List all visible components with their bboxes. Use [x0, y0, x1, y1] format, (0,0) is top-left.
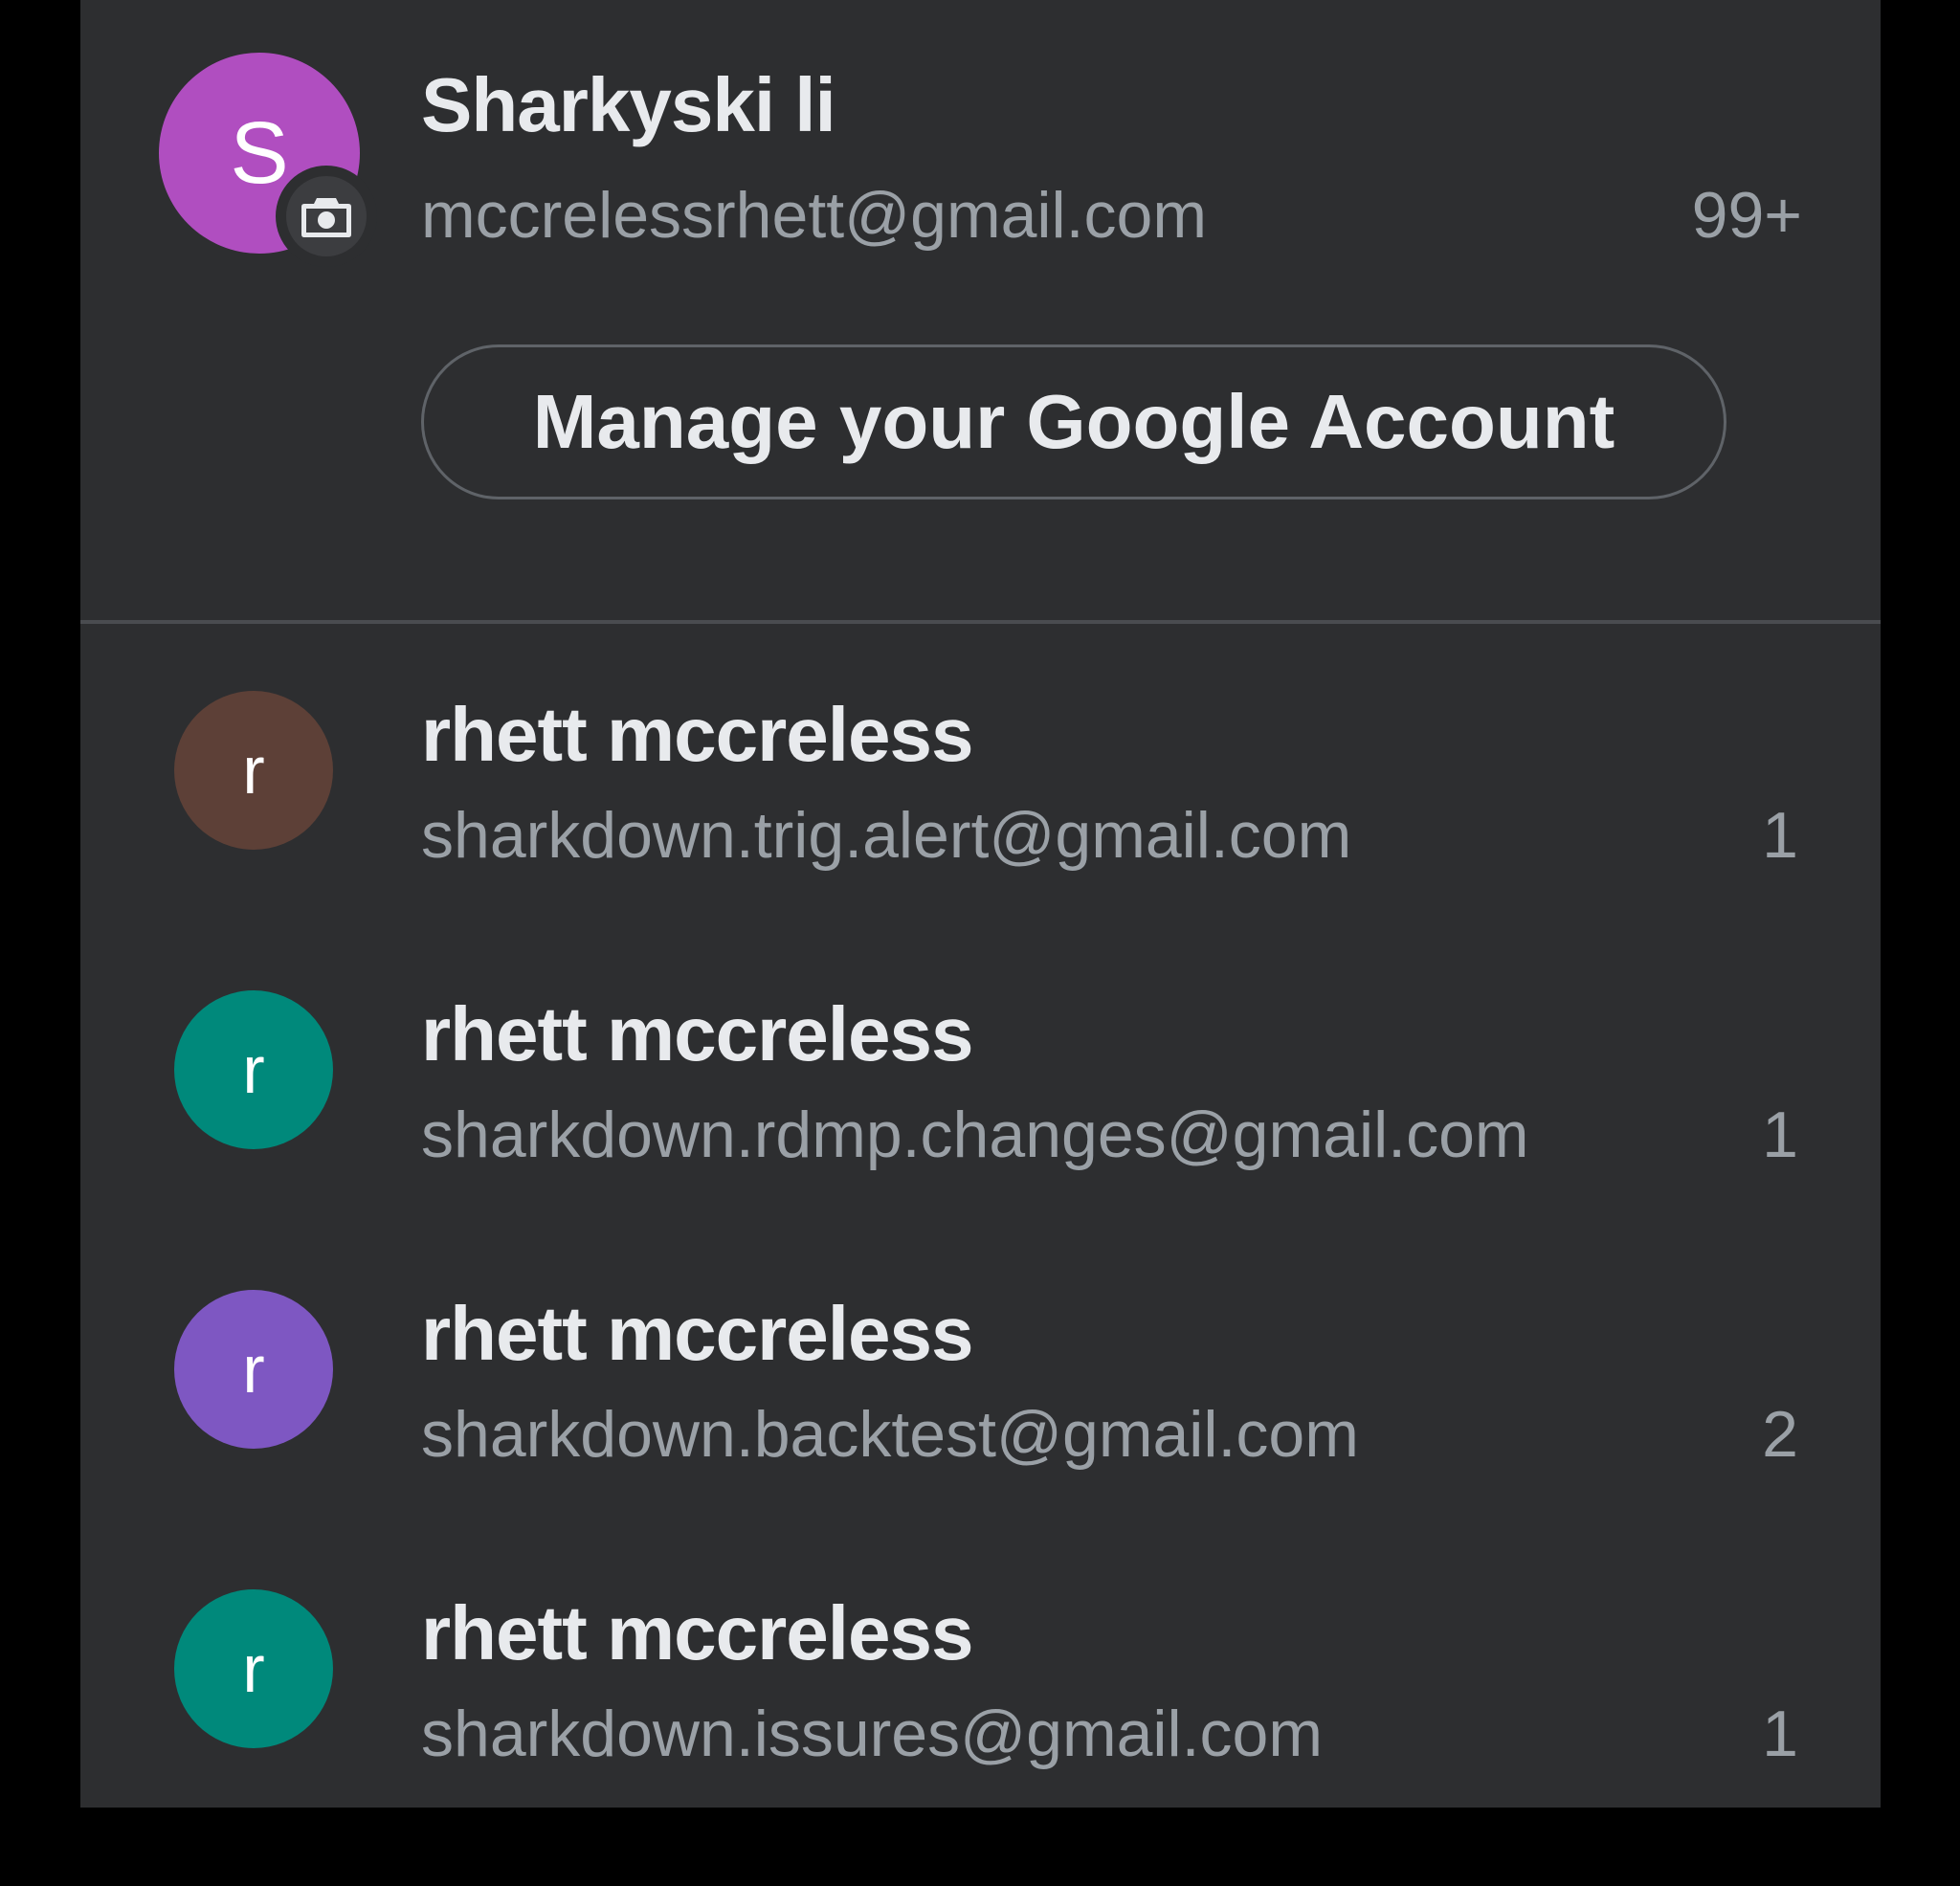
- account-row[interactable]: r rhett mccreless sharkdown.backtest@gma…: [80, 1290, 1881, 1586]
- account-name: rhett mccreless: [421, 1291, 973, 1376]
- primary-unread-count: 99+: [1691, 179, 1802, 252]
- account-avatar: r: [174, 1589, 333, 1748]
- account-unread-count: 1: [1762, 1098, 1798, 1171]
- account-avatar: r: [174, 990, 333, 1149]
- avatar-initial: r: [242, 1332, 265, 1407]
- primary-account-name: Sharkyski li: [421, 62, 836, 147]
- account-unread-count: 2: [1762, 1398, 1798, 1471]
- account-email: sharkdown.trig.alert@gmail.com: [421, 799, 1352, 872]
- avatar-initial: r: [242, 1032, 265, 1107]
- account-unread-count: 1: [1762, 799, 1798, 872]
- account-avatar: r: [174, 691, 333, 850]
- primary-account-email: mccrelessrhett@gmail.com: [421, 179, 1207, 252]
- account-name: rhett mccreless: [421, 1590, 973, 1675]
- account-name: rhett mccreless: [421, 991, 973, 1076]
- account-avatar: r: [174, 1290, 333, 1449]
- account-row[interactable]: r rhett mccreless sharkdown.rdmp.changes…: [80, 990, 1881, 1287]
- avatar-initial: S: [230, 103, 289, 202]
- account-email: sharkdown.rdmp.changes@gmail.com: [421, 1098, 1529, 1171]
- avatar-initial: r: [242, 1631, 265, 1706]
- account-email: sharkdown.issures@gmail.com: [421, 1697, 1324, 1770]
- camera-icon: [286, 176, 367, 256]
- change-photo-button[interactable]: [276, 166, 377, 267]
- account-unread-count: 1: [1762, 1697, 1798, 1770]
- account-switcher-panel: S Sharkyski li mccrelessrhett@gmail.com …: [80, 0, 1881, 1808]
- manage-google-account-button[interactable]: Manage your Google Account: [421, 344, 1726, 499]
- avatar-initial: r: [242, 733, 265, 808]
- account-email: sharkdown.backtest@gmail.com: [421, 1398, 1359, 1471]
- divider: [80, 620, 1881, 624]
- account-row[interactable]: r rhett mccreless sharkdown.issures@gmai…: [80, 1589, 1881, 1886]
- account-name: rhett mccreless: [421, 692, 973, 777]
- account-row[interactable]: r rhett mccreless sharkdown.trig.alert@g…: [80, 691, 1881, 987]
